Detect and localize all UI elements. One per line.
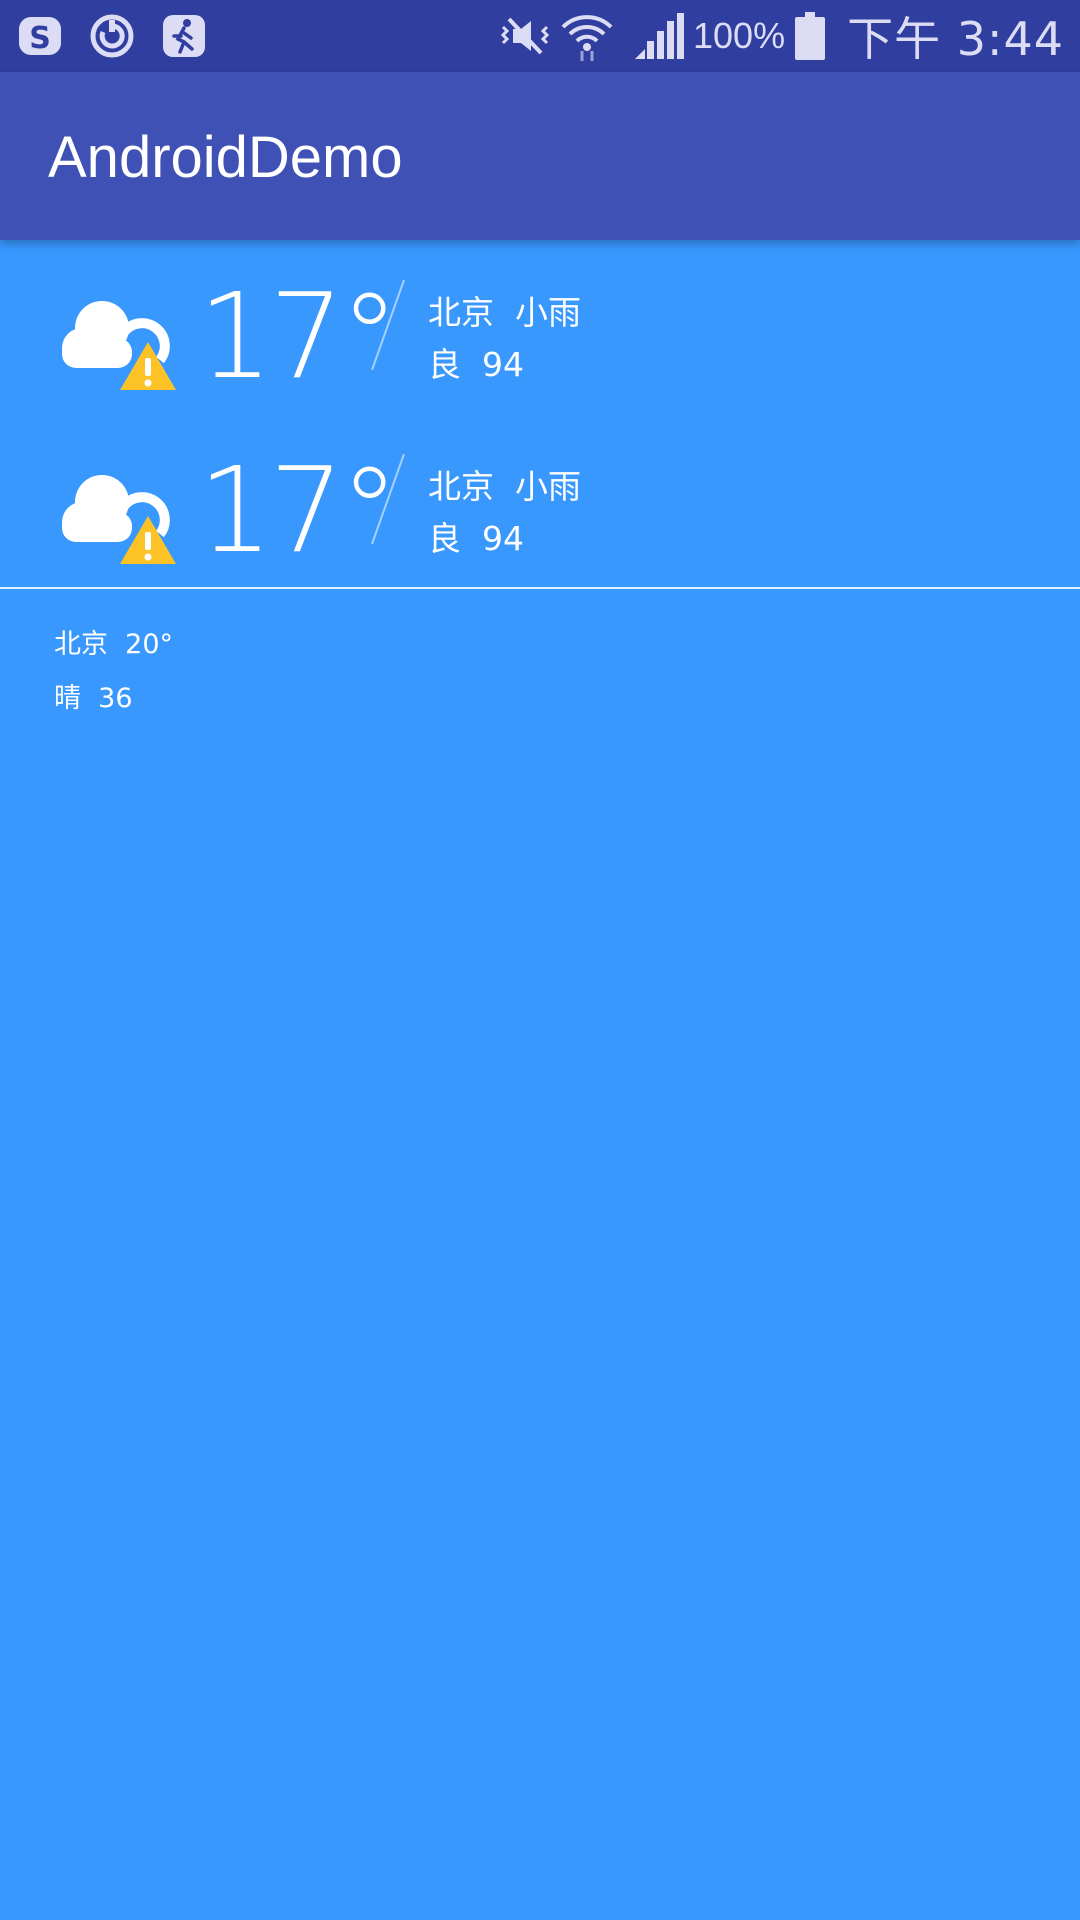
temperature: 17°	[198, 441, 399, 579]
air-quality: 良 94	[428, 345, 524, 384]
cloud-warning-icon	[62, 475, 176, 564]
wifi-icon	[561, 15, 613, 61]
weather-item[interactable]: 17° 北京 小雨 良 94	[0, 434, 1080, 579]
app-title: AndroidDemo	[48, 125, 403, 190]
vibrate-off-icon	[500, 17, 550, 55]
divider-slash	[371, 454, 405, 544]
summary-weather-aqi: 晴 36	[54, 683, 133, 714]
svg-text:S: S	[29, 21, 51, 56]
weather-item[interactable]: 17° 北京 小雨 良 94	[0, 260, 1080, 405]
city-weather: 北京 小雨	[428, 293, 581, 332]
temperature: 17°	[198, 267, 399, 405]
cloud-warning-icon	[62, 301, 176, 390]
signal-icon	[635, 13, 684, 59]
separator-line	[0, 587, 1080, 589]
battery-percent: 100%	[693, 15, 786, 56]
city-weather: 北京 小雨	[428, 467, 581, 506]
app-bar: AndroidDemo	[0, 72, 1080, 240]
summary-city-temp: 北京 20°	[54, 629, 174, 660]
battery-icon	[795, 12, 826, 60]
s-app-icon: S	[19, 17, 61, 56]
divider-slash	[371, 280, 405, 370]
sync-icon	[90, 14, 134, 58]
runner-app-icon	[163, 15, 205, 57]
status-clock: 下午 3:44	[847, 12, 1064, 66]
status-bar: S 100% 下午 3:44	[0, 0, 1080, 72]
air-quality: 良 94	[428, 519, 524, 558]
